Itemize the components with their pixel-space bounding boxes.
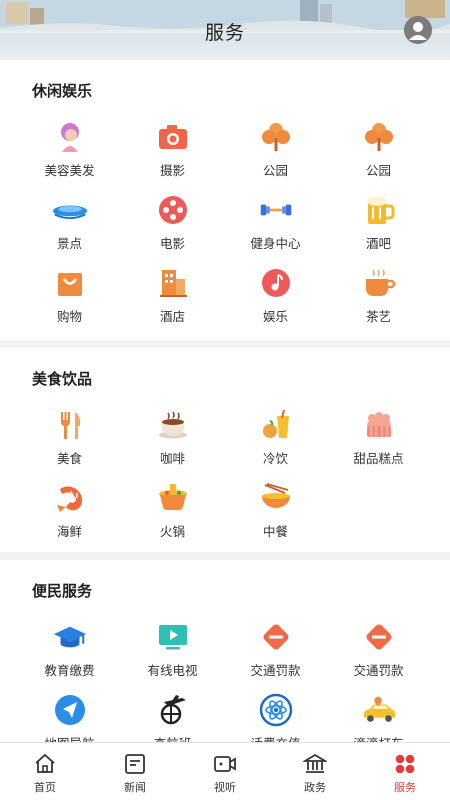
tree-icon bbox=[258, 119, 294, 155]
tab-services[interactable]: 服务 bbox=[360, 743, 450, 800]
atom-icon bbox=[258, 692, 294, 728]
film-reel-icon bbox=[155, 192, 191, 228]
service-item-map-navigation[interactable]: 地图导航 bbox=[18, 692, 121, 742]
service-item-coffee[interactable]: 咖啡 bbox=[121, 407, 224, 480]
tab-government[interactable]: 政务 bbox=[270, 743, 360, 800]
services-icon bbox=[395, 754, 415, 774]
tv-icon bbox=[155, 619, 191, 655]
service-item-cold-drink[interactable]: 冷饮 bbox=[224, 407, 327, 480]
user-avatar-icon[interactable] bbox=[404, 16, 432, 44]
graduation-cap-icon bbox=[52, 619, 88, 655]
service-item-beauty[interactable]: 美容美发 bbox=[18, 119, 121, 192]
section-title: 便民服务 bbox=[32, 583, 93, 600]
section-convenience: 便民服务 教育缴费 有线电视 交通罚款 交通罚款 bbox=[0, 560, 450, 742]
service-item-seafood[interactable]: 海鲜 bbox=[18, 480, 121, 553]
fork-knife-icon bbox=[52, 407, 88, 443]
tab-news[interactable]: 新闻 bbox=[90, 743, 180, 800]
tea-icon bbox=[361, 265, 397, 301]
service-item-dessert[interactable]: 甜品糕点 bbox=[327, 407, 430, 480]
service-item-didi-taxi[interactable]: 滴滴打车 bbox=[327, 692, 430, 742]
section-divider bbox=[0, 552, 450, 560]
flight-icon bbox=[155, 692, 191, 728]
cake-icon bbox=[361, 407, 397, 443]
noodle-bowl-icon bbox=[258, 480, 294, 516]
service-item-fitness[interactable]: 健身中心 bbox=[224, 192, 327, 265]
service-item-park[interactable]: 公园 bbox=[224, 119, 327, 192]
service-item-photography[interactable]: 摄影 bbox=[121, 119, 224, 192]
beer-icon bbox=[361, 192, 397, 228]
hotpot-icon bbox=[155, 480, 191, 516]
service-item-cable-tv[interactable]: 有线电视 bbox=[121, 619, 224, 692]
section-divider bbox=[0, 340, 450, 348]
service-item-phone-recharge[interactable]: 话费充值 bbox=[224, 692, 327, 742]
shrimp-icon bbox=[52, 480, 88, 516]
service-item-traffic-fine[interactable]: 交通罚款 bbox=[224, 619, 327, 692]
bottom-tab-bar: 首页 新闻 视听 政务 服务 bbox=[0, 742, 450, 800]
section-food-drinks: 美食饮品 美食 咖啡 冷饮 甜品糕点 海鲜 火锅 中餐 bbox=[0, 348, 450, 552]
service-item-tea[interactable]: 茶艺 bbox=[327, 265, 430, 338]
services-content[interactable]: 休闲娱乐 美容美发 摄影 公园 公园 景点 电影 健身中心 酒吧 购物 酒店 娱… bbox=[0, 60, 450, 742]
beauty-icon bbox=[52, 119, 88, 155]
no-entry-icon bbox=[258, 619, 294, 655]
service-item-park-2[interactable]: 公园 bbox=[327, 119, 430, 192]
service-item-bar[interactable]: 酒吧 bbox=[327, 192, 430, 265]
shopping-bag-icon bbox=[52, 265, 88, 301]
dumbbell-icon bbox=[258, 192, 294, 228]
section-title: 休闲娱乐 bbox=[32, 83, 93, 100]
navigation-icon bbox=[52, 692, 88, 728]
service-item-shopping[interactable]: 购物 bbox=[18, 265, 121, 338]
tab-home[interactable]: 首页 bbox=[0, 743, 90, 800]
service-item-flight-check[interactable]: 查航班 bbox=[121, 692, 224, 742]
camera-icon bbox=[155, 119, 191, 155]
tab-video[interactable]: 视听 bbox=[180, 743, 270, 800]
tree-icon bbox=[361, 119, 397, 155]
service-item-traffic-fine-2[interactable]: 交通罚款 bbox=[327, 619, 430, 692]
service-item-chinese-food[interactable]: 中餐 bbox=[224, 480, 327, 553]
service-item-food[interactable]: 美食 bbox=[18, 407, 121, 480]
news-icon bbox=[125, 754, 145, 774]
service-item-scenic[interactable]: 景点 bbox=[18, 192, 121, 265]
service-item-entertainment[interactable]: 娱乐 bbox=[224, 265, 327, 338]
coffee-icon bbox=[155, 407, 191, 443]
section-leisure: 休闲娱乐 美容美发 摄影 公园 公园 景点 电影 健身中心 酒吧 购物 酒店 娱… bbox=[0, 60, 450, 340]
home-icon bbox=[35, 753, 55, 773]
cold-drink-icon bbox=[258, 407, 294, 443]
header-banner: 服务 bbox=[0, 0, 450, 60]
service-item-hotel[interactable]: 酒店 bbox=[121, 265, 224, 338]
service-item-education-payment[interactable]: 教育缴费 bbox=[18, 619, 121, 692]
service-item-hotpot[interactable]: 火锅 bbox=[121, 480, 224, 553]
service-item-movie[interactable]: 电影 bbox=[121, 192, 224, 265]
hotel-icon bbox=[155, 265, 191, 301]
government-icon bbox=[303, 753, 327, 773]
scenic-icon bbox=[52, 192, 88, 228]
video-icon bbox=[214, 756, 236, 772]
section-title: 美食饮品 bbox=[32, 371, 93, 388]
music-icon bbox=[258, 265, 294, 301]
taxi-icon bbox=[361, 692, 397, 728]
page-title: 服务 bbox=[204, 23, 245, 44]
no-entry-icon bbox=[361, 619, 397, 655]
